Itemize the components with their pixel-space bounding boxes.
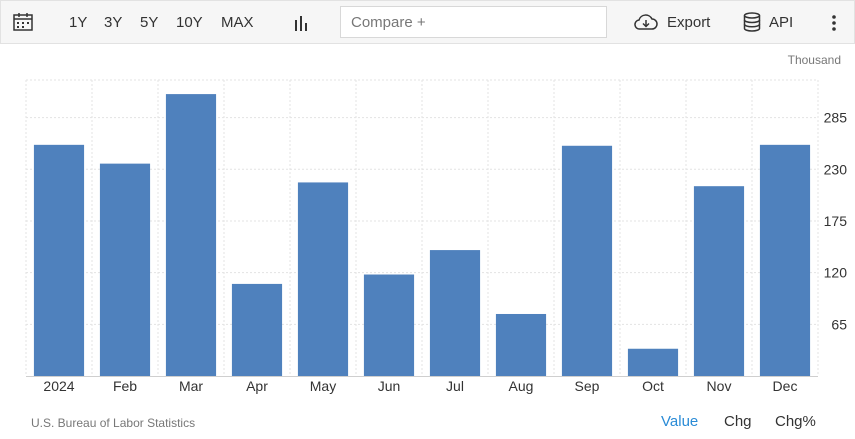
tab-chg-pct[interactable]: Chg% [775,413,816,430]
y-tick-label: 230 [824,161,848,177]
x-tick-label: Oct [642,378,664,394]
bar-jul [429,250,481,376]
y-tick-label: 120 [824,265,848,281]
x-tick-label: Dec [773,378,798,394]
x-tick-label: May [310,378,336,394]
y-tick-label: 285 [824,110,848,126]
x-tick-label: Nov [707,378,732,394]
x-tick-label: Feb [113,378,137,394]
x-tick-label: Aug [509,378,534,394]
x-tick-label: 2024 [43,378,74,394]
bar-aug [495,313,547,376]
source-label: U.S. Bureau of Labor Statistics [31,416,196,430]
x-tick-label: Mar [179,378,203,394]
y-axis-labels: 65 120 175 230 285 [824,110,848,333]
x-tick-label: Jun [378,378,401,394]
bar-sep [561,145,613,376]
y-tick-label: 175 [824,213,848,229]
bar-nov [693,186,745,376]
x-axis-labels: 2024 Feb Mar Apr May Jun Jul Aug Sep Oct Nov Dec [43,378,797,394]
bar-apr [231,283,283,376]
y-tick-label: 65 [831,316,847,332]
bar-dec [759,144,811,376]
bar-oct [627,348,679,376]
tab-value[interactable]: Value [661,413,698,430]
bar-feb [99,163,151,376]
bar-mar [165,94,217,376]
tab-chg[interactable]: Chg [724,413,752,430]
bar-chart: 2024 Feb Mar Apr May Jun Jul Aug Sep Oct Nov Dec 65… [25,79,848,394]
bar-may [297,182,349,376]
bar-jun [363,274,415,376]
x-tick-label: Sep [575,378,600,394]
x-tick-label: Jul [446,378,464,394]
x-tick-label: Apr [246,378,268,394]
bar-2024 [33,144,85,376]
